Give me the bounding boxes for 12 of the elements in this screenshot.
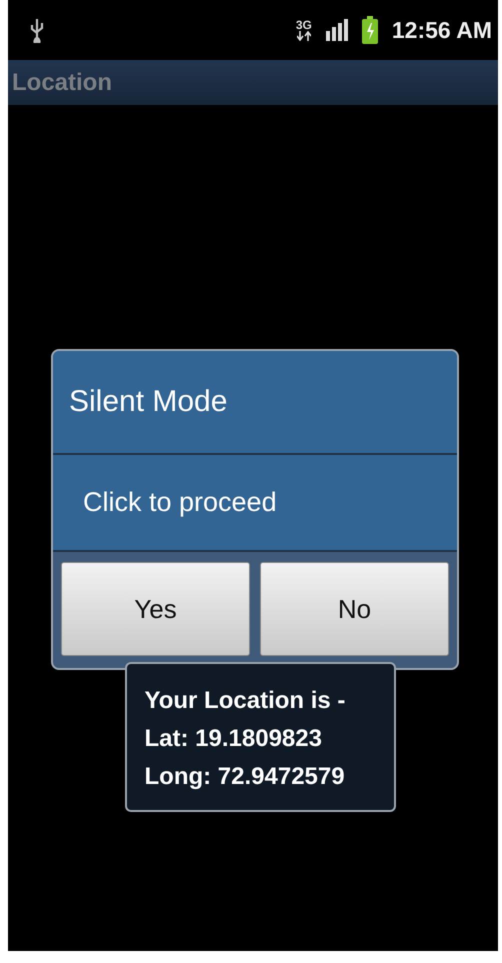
dialog-button[interactable]: Yes	[61, 562, 250, 656]
toast-text: Your Location is -	[144, 686, 346, 716]
dialog-message: Click to proceed	[53, 455, 457, 552]
toast-text: Long: 72.9472579	[144, 762, 346, 792]
signal-icon	[326, 19, 348, 41]
clock-time: 12:56 AM	[392, 16, 492, 44]
dialog-title: Silent Mode	[53, 351, 457, 455]
usb-icon	[30, 17, 44, 43]
app-title: Location	[12, 68, 112, 96]
dialog-button[interactable]: No	[260, 562, 449, 656]
charging-battery-icon	[362, 16, 378, 44]
toast-text: Lat: 19.1809823	[144, 724, 323, 754]
